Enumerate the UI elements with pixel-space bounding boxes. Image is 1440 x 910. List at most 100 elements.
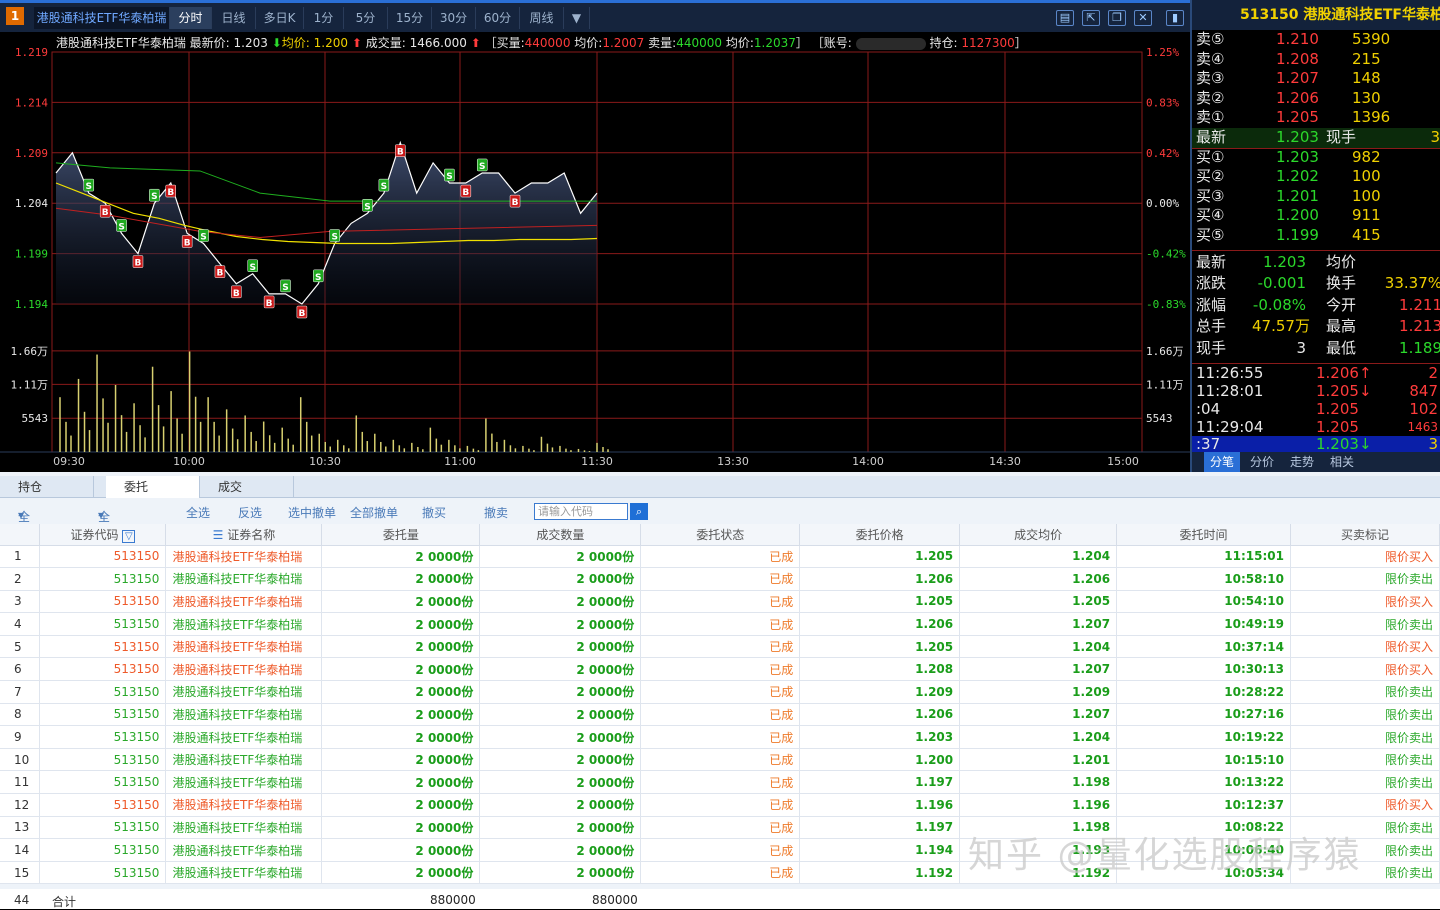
bid-row[interactable]: 买⑤ 1.199 415	[1192, 226, 1440, 246]
select-all-button[interactable]: 全选	[186, 504, 210, 521]
tab-15min[interactable]: 15分	[388, 7, 432, 29]
tab-daily[interactable]: 日线	[212, 7, 256, 29]
col-order-qty[interactable]: 委托量	[321, 524, 481, 546]
tick-row[interactable]: :04 1.205 102	[1192, 400, 1440, 419]
col-side[interactable]: 买卖标记	[1290, 524, 1440, 546]
table-row[interactable]: 7 513150 港股通科技ETF华泰柏瑞 2 0000份 2 0000份 已成…	[0, 680, 1440, 704]
last-price: 1.203	[1276, 128, 1319, 146]
col-deal-avg[interactable]: 成交均价	[959, 524, 1118, 546]
tab-ticks[interactable]: 分笔	[1204, 452, 1240, 472]
bid-price: 1.200	[1276, 206, 1319, 225]
tick-row[interactable]: 11:26:55 1.206↑ 2	[1192, 364, 1440, 383]
col-code[interactable]: 证券代码 ▽	[39, 524, 167, 546]
tab-weekly[interactable]: 周线	[520, 7, 564, 29]
chevron-down-icon: ▾	[18, 508, 25, 522]
table-row[interactable]: 2 513150 港股通科技ETF华泰柏瑞 2 0000份 2 0000份 已成…	[0, 567, 1440, 591]
bid-row[interactable]: 买③ 1.201 100	[1192, 187, 1440, 207]
table-row[interactable]: 3 513150 港股通科技ETF华泰柏瑞 2 0000份 2 0000份 已成…	[0, 590, 1440, 614]
ask-row[interactable]: 卖⑤ 1.210 5390	[1192, 30, 1440, 50]
deal-qty: 2 0000份	[479, 680, 642, 704]
tab-intraday[interactable]: 分时	[170, 7, 212, 29]
ask-row[interactable]: 卖① 1.205 1396	[1192, 108, 1440, 128]
side-mark: 限价卖出	[1290, 612, 1440, 636]
arrow-down-icon: ⬇	[271, 36, 282, 50]
invert-selection-button[interactable]: 反选	[238, 504, 262, 521]
info-last-label: 最新价:	[189, 36, 230, 50]
chart-info-line: 港股通科技ETF华泰柏瑞 最新价: 1.203 ⬇均价: 1.200 ⬆ 成交量…	[56, 34, 1027, 51]
ask-row[interactable]: 卖④ 1.208 215	[1192, 50, 1440, 70]
security-name: 港股通科技ETF华泰柏瑞	[165, 612, 323, 636]
col-name[interactable]: ☰ 证券名称	[165, 524, 323, 546]
stat-row: 涨跌 -0.001 换手 33.37%	[1192, 273, 1440, 295]
tab-price-dist[interactable]: 分价	[1244, 452, 1280, 472]
ask-row[interactable]: 卖③ 1.207 148	[1192, 69, 1440, 89]
col-deal-qty[interactable]: 成交数量	[479, 524, 642, 546]
col-order-time[interactable]: 委托时间	[1116, 524, 1291, 546]
sidebar-toggle-icon[interactable]: ▮	[1166, 10, 1184, 26]
popout-icon[interactable]: ⇱	[1082, 10, 1100, 26]
table-row[interactable]: 6 513150 港股通科技ETF华泰柏瑞 2 0000份 2 0000份 已成…	[0, 657, 1440, 682]
order-time: 10:12:37	[1116, 793, 1291, 817]
buy-marker-label: B	[512, 198, 519, 208]
table-row[interactable]: 11 513150 港股通科技ETF华泰柏瑞 2 0000份 2 0000份 已…	[0, 770, 1440, 795]
table-row[interactable]: 10 513150 港股通科技ETF华泰柏瑞 2 0000份 2 0000份 已…	[0, 748, 1440, 772]
security-code: 513150	[39, 816, 167, 840]
search-icon[interactable]: ⌕	[630, 503, 648, 520]
tab-orders[interactable]: 委托	[106, 476, 200, 498]
tab-5min[interactable]: 5分	[344, 7, 388, 29]
table-row[interactable]: 8 513150 港股通科技ETF华泰柏瑞 2 0000份 2 0000份 已成…	[0, 703, 1440, 727]
info-name: 港股通科技ETF华泰柏瑞	[56, 36, 186, 50]
vol-tick-label-right: 5543	[1146, 412, 1173, 425]
cancel-all-button[interactable]: 全部撤单	[350, 504, 398, 521]
info-pos-close: ］	[1014, 36, 1027, 50]
col-status[interactable]: 委托状态	[640, 524, 801, 546]
security-code: 513150	[39, 725, 167, 749]
table-row[interactable]: 5 513150 港股通科技ETF华泰柏瑞 2 0000份 2 0000份 已成…	[0, 635, 1440, 659]
cancel-buys-button[interactable]: 撤买	[422, 504, 446, 521]
col-order-price[interactable]: 委托价格	[799, 524, 961, 546]
code-search-input[interactable]: 请输入代码	[534, 503, 628, 520]
tab-related[interactable]: 相关	[1324, 452, 1360, 472]
tab-1min[interactable]: 1分	[304, 7, 344, 29]
tab-60min[interactable]: 60分	[476, 7, 520, 29]
table-row[interactable]: 9 513150 港股通科技ETF华泰柏瑞 2 0000份 2 0000份 已成…	[0, 725, 1440, 749]
chart-canvas[interactable]: 1.219 1.25% 1.214 0.83% 1.209 0.42% 1.204 0.00%…	[0, 32, 1190, 472]
tab-multiday[interactable]: 多日K	[256, 7, 304, 29]
tab-trades[interactable]: 成交	[200, 476, 294, 498]
intraday-chart[interactable]: 1.219 1.25% 1.214 0.83% 1.209 0.42% 1.204 0.00%…	[0, 32, 1190, 472]
row-index: 10	[0, 748, 41, 772]
order-qty: 2 0000份	[321, 725, 481, 749]
cancel-selected-button[interactable]: 选中撤单	[288, 504, 336, 521]
layout-icon[interactable]: ▤	[1056, 10, 1074, 26]
bid-row[interactable]: 买② 1.202 100	[1192, 167, 1440, 187]
table-row[interactable]: 1 513150 港股通科技ETF华泰柏瑞 2 0000份 2 0000份 已成…	[0, 545, 1440, 569]
trading-app: 1 港股通科技ETF华泰柏瑞 分时 日线 多日K 1分 5分 15分 30分 6…	[0, 0, 1440, 909]
order-qty: 2 0000份	[321, 838, 481, 862]
filter-icon[interactable]: ▽	[122, 529, 136, 543]
table-row[interactable]: 4 513150 港股通科技ETF华泰柏瑞 2 0000份 2 0000份 已成…	[0, 612, 1440, 636]
column-config-icon[interactable]: ☰	[213, 528, 224, 542]
restore-icon[interactable]: ❐	[1108, 10, 1126, 26]
tab-trend[interactable]: 走势	[1284, 452, 1320, 472]
tick-row[interactable]: 11:28:01 1.205↓ 847	[1192, 381, 1440, 401]
window-number[interactable]: 1	[6, 7, 24, 25]
tab-positions[interactable]: 持仓	[0, 476, 94, 498]
buy-marker-label: B	[462, 188, 469, 198]
close-icon[interactable]: ✕	[1134, 10, 1152, 26]
cancel-sells-button[interactable]: 撤卖	[484, 504, 508, 521]
security-name: 港股通科技ETF华泰柏瑞	[165, 861, 323, 885]
tick-row[interactable]: 11:29:04 1.205 1463	[1192, 418, 1440, 437]
table-row[interactable]: 12 513150 港股通科技ETF华泰柏瑞 2 0000份 2 0000份 已…	[0, 793, 1440, 817]
security-name-tab[interactable]: 港股通科技ETF华泰柏瑞	[34, 7, 170, 29]
bid-row[interactable]: 买① 1.203 982	[1192, 148, 1440, 168]
more-periods-dropdown[interactable]: ▼	[564, 7, 590, 29]
sell-marker-label: S	[446, 172, 452, 182]
info-sell-avg: 1.2037	[753, 36, 796, 50]
bottom-tabs: 持仓 委托 成交	[0, 476, 1440, 498]
stat-row: 现手 3 最低 1.189	[1192, 338, 1440, 360]
tick-price: 1.205↓	[1316, 381, 1372, 400]
bid-row[interactable]: 买④ 1.200 911	[1192, 206, 1440, 226]
ask-row[interactable]: 卖② 1.206 130	[1192, 89, 1440, 109]
security-code: 513150	[39, 861, 167, 885]
tab-30min[interactable]: 30分	[432, 7, 476, 29]
